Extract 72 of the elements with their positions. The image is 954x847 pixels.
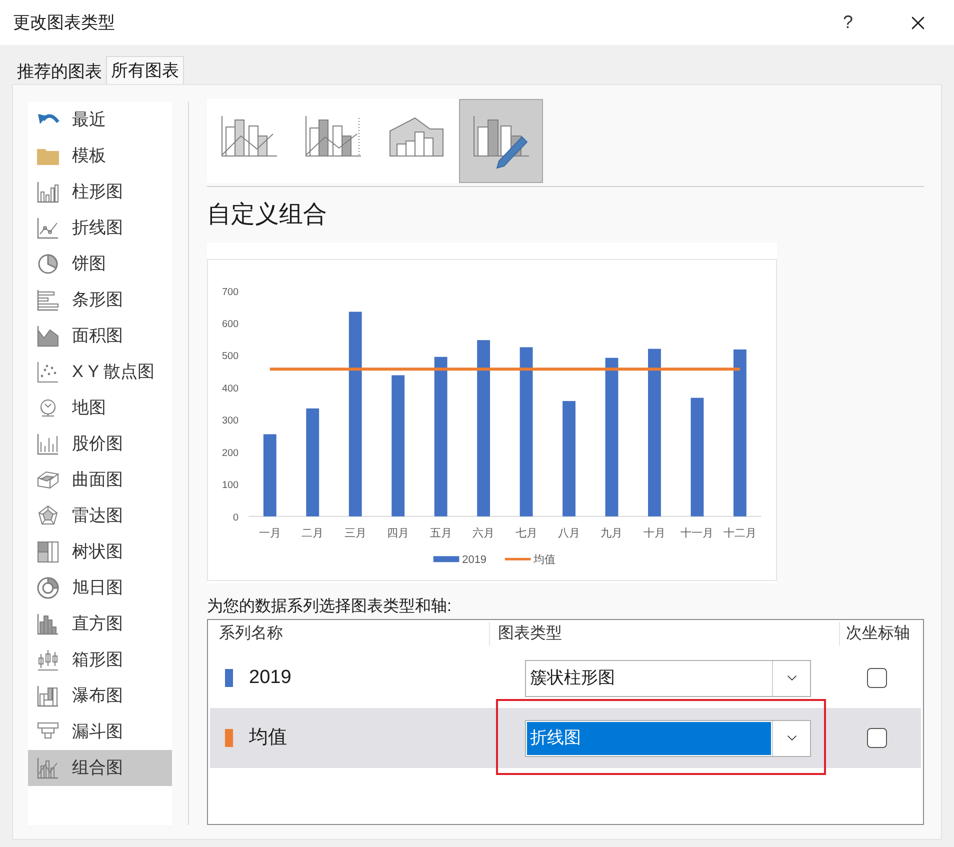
legend-label: 2019 [462, 554, 486, 566]
axis-category-label: 一月 [258, 527, 281, 540]
chart-type-item[interactable]: 漏斗图 [28, 714, 172, 750]
axis-category-label: 二月 [302, 527, 324, 540]
axis-category-label: 七月 [515, 527, 538, 540]
chart-type-dropdown[interactable]: 折线图 [525, 720, 811, 756]
axis-tick-label: 300 [222, 416, 239, 427]
treemap-icon [36, 540, 60, 564]
chart-type-item[interactable]: 饼图 [28, 246, 172, 282]
column-header: 系列名称 [210, 622, 490, 646]
series-name: 均值 [249, 726, 288, 750]
chart-type-item[interactable]: 面积图 [28, 318, 172, 354]
axis-tick-label: 100 [222, 480, 239, 492]
axis-tick-label: 600 [222, 319, 239, 330]
series-name: 2019 [249, 666, 292, 690]
column-header: 图表类型 [490, 622, 840, 646]
scatter-chart-icon [36, 360, 60, 384]
subtype-button[interactable] [459, 99, 543, 183]
secondary-axis-checkbox[interactable] [867, 668, 887, 688]
axis-category-label: 六月 [472, 527, 495, 540]
chart-type-item[interactable]: 旭日图 [28, 570, 172, 606]
horizontal-bar-chart-icon [36, 288, 60, 312]
chart-type-item[interactable]: 柱形图 [28, 174, 172, 210]
bar-chart-icon [36, 180, 60, 204]
chart-type-item[interactable]: 地图 [28, 390, 172, 426]
axis-category-label: 十二月 [723, 527, 756, 540]
legend-label: 均值 [534, 554, 556, 566]
chart-type-item[interactable]: 树状图 [28, 534, 172, 570]
axis-tick-label: 200 [222, 448, 239, 459]
pie-chart-icon [36, 252, 60, 276]
help-button[interactable]: ? [828, 9, 868, 36]
column-header: 次坐标轴 [845, 624, 910, 644]
area-chart-icon [36, 324, 60, 348]
stock-chart-icon [36, 432, 60, 456]
series-row[interactable]: 均值 折线图 [210, 708, 921, 768]
window-title: 更改图表类型 [13, 12, 116, 34]
chart-type-item[interactable]: X Y 散点图 [28, 354, 172, 390]
chart-type-item[interactable]: 组合图 [28, 750, 172, 786]
chart-type-item[interactable]: 折线图 [28, 210, 172, 246]
axis-tick-label: 0 [233, 512, 239, 524]
axis-tick-label: 700 [222, 286, 239, 298]
chart-type-item[interactable]: 直方图 [28, 606, 172, 642]
chart-type-item[interactable]: 瀑布图 [28, 678, 172, 714]
axis-category-label: 八月 [558, 527, 580, 540]
chart-type-item[interactable]: 模板 [28, 138, 172, 174]
chart-type-item[interactable]: 股价图 [28, 426, 172, 462]
tab[interactable]: 所有图表 [106, 56, 184, 84]
axis-category-label: 十月 [643, 527, 666, 540]
line-chart-icon [36, 216, 60, 240]
chart-type-item[interactable]: 最近 [28, 102, 172, 138]
axis-category-label: 九月 [600, 527, 623, 540]
secondary-axis-checkbox[interactable] [867, 728, 887, 748]
series-table-caption: 为您的数据系列选择图表类型和轴: [207, 596, 452, 617]
subtype-heading: 自定义组合 [207, 200, 328, 230]
waterfall-chart-icon [36, 684, 60, 708]
legend-swatch [433, 556, 460, 562]
chart-type-item[interactable]: 雷达图 [28, 498, 172, 534]
axis-category-label: 十一月 [680, 527, 714, 540]
legend-line [504, 558, 531, 560]
axis-tick-label: 400 [222, 383, 239, 394]
box-plot-icon [36, 648, 60, 672]
axis-category-label: 三月 [344, 527, 366, 540]
sunburst-chart-icon [36, 576, 60, 600]
axis-category-label: 五月 [430, 527, 452, 540]
chart-type-dropdown[interactable]: 簇状柱形图 [525, 660, 811, 696]
chart-type-item[interactable]: 曲面图 [28, 462, 172, 498]
axis-tick-label: 500 [222, 351, 239, 362]
histogram-icon [36, 612, 60, 636]
axis-category-label: 四月 [387, 527, 410, 540]
chart-type-item[interactable]: 箱形图 [28, 642, 172, 678]
combo-chart-icon [36, 756, 60, 780]
chart-type-item[interactable]: 条形图 [28, 282, 172, 318]
